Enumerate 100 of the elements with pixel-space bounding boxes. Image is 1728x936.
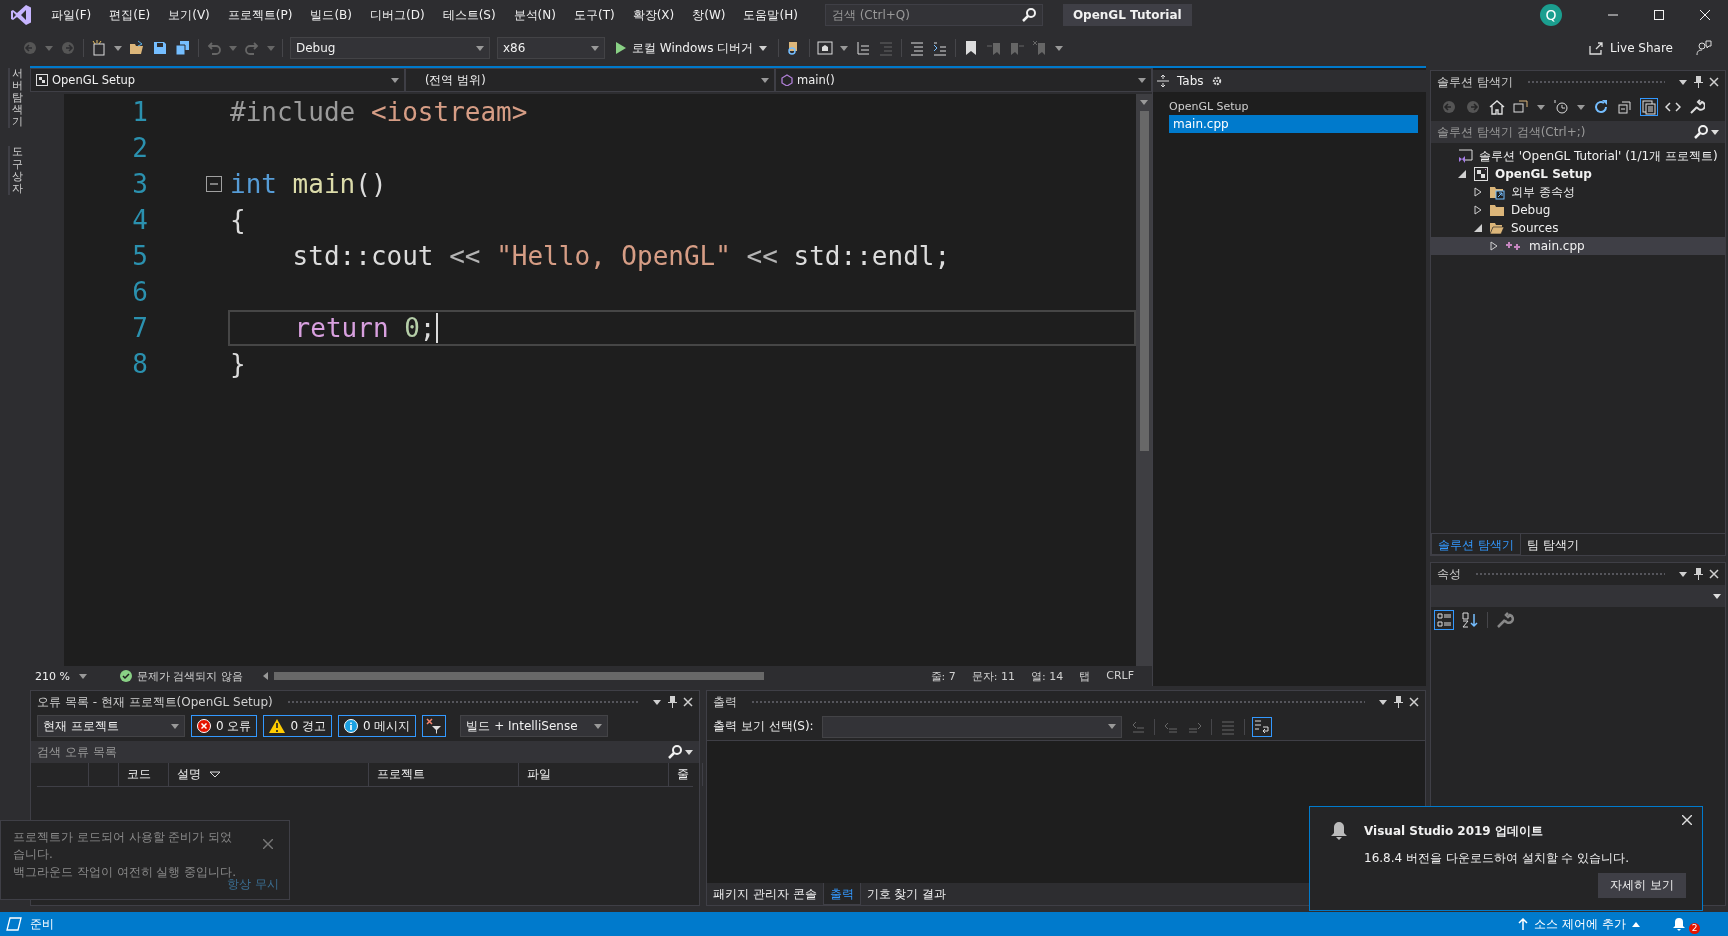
side-tab[interactable]: 도구 상자 <box>7 146 23 195</box>
bell-icon[interactable] <box>1672 917 1686 931</box>
collapse-all-icon[interactable] <box>1617 99 1633 115</box>
column-header[interactable]: 설명 <box>169 763 369 786</box>
uncomment-lines-icon[interactable] <box>932 40 949 56</box>
configuration-dropdown[interactable]: Debug <box>290 37 490 59</box>
browser-window-icon[interactable] <box>817 40 834 56</box>
collapse-icon[interactable] <box>206 176 222 192</box>
search-field[interactable]: 검색 오류 목록 <box>31 741 699 763</box>
cpp-file-icon <box>1505 240 1523 252</box>
menu-item[interactable]: 확장(X) <box>623 6 684 24</box>
undo-icon[interactable] <box>206 40 222 56</box>
next-bookmark-icon[interactable] <box>1009 40 1026 56</box>
previous-bookmark-icon[interactable] <box>986 40 1003 56</box>
details-button[interactable]: 자세히 보기 <box>1598 873 1686 898</box>
scope-dropdown[interactable]: (전역 범위) <box>405 68 775 92</box>
panel-title: 오류 목록 - 현재 프로젝트(OpenGL Setup) <box>37 693 273 711</box>
panel-tab[interactable]: 기호 찾기 결과 <box>860 883 953 905</box>
source-dropdown[interactable]: 빌드 + IntelliSense <box>460 715 609 737</box>
menu-item[interactable]: 창(W) <box>683 6 735 24</box>
menu-item[interactable]: 편집(E) <box>100 6 160 24</box>
filter-toggle[interactable]: 0 경고 <box>263 715 332 737</box>
search-field[interactable]: 솔루션 탐색기 검색(Ctrl+;) <box>1431 121 1725 143</box>
source-control-button[interactable]: 소스 제어에 추가 <box>1512 915 1646 933</box>
menu-item[interactable]: 파일(F) <box>42 6 101 24</box>
menu-item[interactable]: 보기(V) <box>159 6 219 24</box>
column-header[interactable]: 파일 <box>519 763 669 786</box>
pin-icon[interactable] <box>1393 696 1403 708</box>
live-share-button[interactable]: Live Share <box>1582 38 1679 58</box>
tree-item[interactable]: OpenGL Setup <box>1431 165 1725 183</box>
start-debugging-button[interactable]: 로컬 Windows 디버거 <box>612 37 772 59</box>
categorized-icon[interactable] <box>1435 611 1453 629</box>
caret-icon <box>45 45 53 51</box>
panel-tab[interactable]: 패키지 관리자 콘솔 <box>707 883 823 905</box>
platform-dropdown[interactable]: x86 <box>497 37 605 59</box>
tree-item[interactable]: main.cpp <box>1431 237 1725 255</box>
scope-dropdown[interactable]: 현재 프로젝트 <box>37 715 185 737</box>
feedback-icon[interactable] <box>1696 40 1712 56</box>
side-tab[interactable]: 서버 탐색기 <box>7 68 23 129</box>
panel-tab[interactable]: 출력 <box>822 883 861 905</box>
method-icon <box>781 74 793 86</box>
new-item-icon[interactable] <box>91 40 107 56</box>
collapsed-arrow-icon[interactable] <box>1474 205 1482 215</box>
sort-alpha-icon[interactable] <box>1461 611 1479 629</box>
vertical-scrollbar[interactable] <box>1136 94 1152 666</box>
pin-icon[interactable] <box>1693 76 1703 88</box>
switch-views-icon[interactable] <box>1513 99 1529 115</box>
search-field[interactable]: 검색 (Ctrl+Q) <box>824 4 1043 26</box>
tree-item[interactable]: 솔루션 'OpenGL Tutorial' (1/1개 프로젝트) <box>1431 147 1725 165</box>
notice-title: Visual Studio 2019 업데이트 <box>1364 823 1544 840</box>
project-dropdown[interactable]: OpenGL Setup <box>30 68 405 92</box>
menu-item[interactable]: 분석(N) <box>504 6 565 24</box>
menu-item[interactable]: 도움말(H) <box>734 6 807 24</box>
collapsed-arrow-icon[interactable] <box>1474 187 1482 197</box>
refresh-icon[interactable] <box>1593 99 1609 115</box>
menu-item[interactable]: 프로젝트(P) <box>218 6 302 24</box>
member-dropdown[interactable]: main() <box>775 68 1152 92</box>
tree-item[interactable]: Debug <box>1431 201 1725 219</box>
filter-toggle[interactable]: 0 오류 <box>191 715 258 737</box>
caret-icon <box>1679 571 1687 577</box>
pin-icon[interactable] <box>667 696 677 708</box>
save-all-icon[interactable] <box>175 40 191 56</box>
cursor-position: 줄: 7 <box>930 668 956 684</box>
home-icon[interactable] <box>1489 99 1505 115</box>
line-number: 2 <box>131 133 148 163</box>
gear-icon[interactable] <box>1211 76 1222 86</box>
step-icon[interactable] <box>855 40 872 56</box>
panel-title: 솔루션 탐색기 <box>1437 73 1513 91</box>
collapsed-arrow-icon[interactable] <box>1490 241 1498 251</box>
save-icon[interactable] <box>152 40 168 56</box>
open-folder-icon[interactable] <box>129 40 145 56</box>
warning-icon <box>269 719 286 733</box>
word-wrap-icon[interactable] <box>1253 718 1270 735</box>
menu-item[interactable]: 빌드(B) <box>301 6 361 24</box>
clear-filter-button[interactable] <box>422 715 447 737</box>
caret-icon <box>1679 79 1687 85</box>
column-header[interactable]: 줄 <box>669 763 703 786</box>
pin-icon[interactable] <box>1693 568 1703 580</box>
expanded-arrow-icon[interactable] <box>1458 170 1466 178</box>
column-header[interactable]: 프로젝트 <box>369 763 519 786</box>
panel-tab[interactable]: 팀 탐색기 <box>1520 534 1585 555</box>
menu-item[interactable]: 디버그(D) <box>361 6 434 24</box>
show-all-files-icon[interactable] <box>1641 99 1657 115</box>
caret-icon <box>267 45 275 51</box>
split-icon[interactable] <box>1157 75 1169 87</box>
caret-icon <box>840 45 849 51</box>
panel-tab[interactable]: 솔루션 탐색기 <box>1431 534 1521 555</box>
comment-lines-icon[interactable] <box>909 40 926 56</box>
column-header[interactable]: 코드 <box>119 763 169 786</box>
tree-item[interactable]: 외부 종속성 <box>1431 183 1725 201</box>
filter-toggle[interactable]: 0 메시지 <box>337 715 417 737</box>
redo-icon[interactable] <box>244 40 260 56</box>
tab-item[interactable]: main.cpp <box>1169 115 1418 133</box>
expanded-arrow-icon[interactable] <box>1474 224 1482 232</box>
logo-icon <box>10 4 32 26</box>
upload-arrow-icon <box>1518 918 1529 930</box>
menu-item[interactable]: 도구(T) <box>564 6 624 24</box>
tree-item[interactable]: Sources <box>1431 219 1725 237</box>
history-icon[interactable] <box>1553 99 1569 115</box>
menu-item[interactable]: 테스트(S) <box>433 6 505 24</box>
